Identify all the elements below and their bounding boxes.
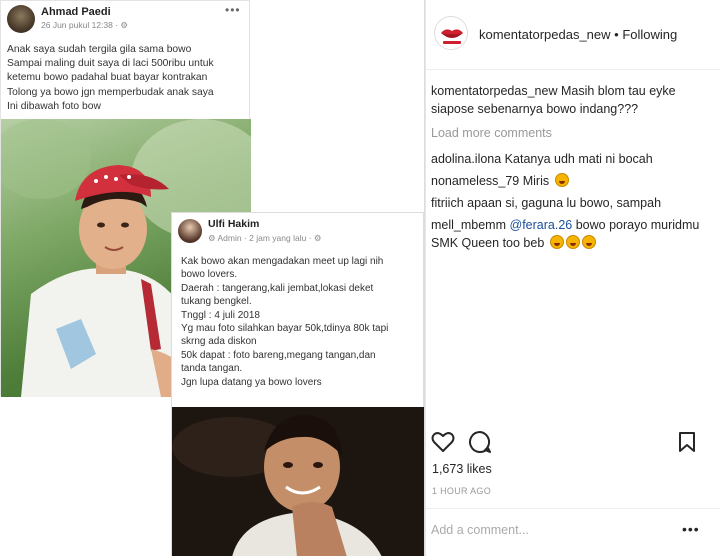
comment-item: nonameless_79 Miris bbox=[431, 172, 719, 190]
post-text-line: Anak saya sudah tergila gila sama bowo bbox=[7, 44, 192, 55]
comment-item: mell_mbemm @ferara.26 bowo porayo muridm… bbox=[431, 216, 719, 252]
comment-mention[interactable]: @ferara.26 bbox=[510, 218, 573, 232]
boy-selfie-illustration bbox=[172, 407, 424, 556]
facebook-post-ulfi: Ulfi Hakim ⚙ Admin · 2 jam yang lalu · ⚙… bbox=[171, 212, 424, 556]
boy-selfie-photo bbox=[172, 407, 424, 556]
post-text-line: Sampai maling duit saya di laci 500ribu … bbox=[7, 58, 214, 70]
comment-username[interactable]: nonameless_79 bbox=[431, 174, 519, 188]
post-text-line: bowo lovers. bbox=[181, 269, 238, 281]
post-text-line: Kak bowo akan mengadakan meet up lagi ni… bbox=[181, 256, 384, 267]
bookmark-icon[interactable] bbox=[678, 431, 696, 453]
comment-item: fitriich apaan si, gaguna lu bowo, sampa… bbox=[431, 194, 719, 212]
caption-username[interactable]: komentatorpedas_new bbox=[431, 84, 557, 98]
screenshot-collage: Ahmad Paedi 26 Jun pukul 12:38 · ⚙ ••• A… bbox=[0, 0, 425, 556]
post-timestamp: 1 HOUR AGO bbox=[432, 486, 492, 496]
caption: komentatorpedas_new Masih blom tau eyke … bbox=[431, 82, 719, 118]
comment-username[interactable]: mell_mbemm bbox=[431, 218, 506, 232]
post-text-line: 50k dapat : foto bareng,megang tangan,da… bbox=[181, 349, 376, 361]
avatar bbox=[7, 5, 35, 33]
post-text-line: skrng ada diskon bbox=[181, 336, 257, 348]
comment-input[interactable] bbox=[431, 523, 671, 537]
ellipsis-icon[interactable]: ••• bbox=[682, 521, 700, 537]
post-text-line: ketemu bowo padahal buat bayar kontrakan bbox=[7, 72, 208, 84]
sad-face-emoji-icon bbox=[554, 173, 569, 187]
post-text-line: Jgn lupa datang ya bowo lovers bbox=[181, 376, 322, 388]
avatar bbox=[178, 219, 202, 243]
post-text: Anak saya sudah tergila gila sama bowo S… bbox=[7, 43, 251, 114]
comment-username[interactable]: fitriich bbox=[431, 196, 464, 210]
post-username: komentatorpedas_new • Following bbox=[479, 27, 677, 42]
tongue-face-emoji-icon bbox=[581, 235, 596, 249]
post-author: Ahmad Paedi bbox=[41, 6, 111, 18]
profile-avatar[interactable] bbox=[434, 16, 468, 50]
post-text-line: Tnggl : 4 juli 2018 bbox=[181, 309, 260, 321]
post-text-line: Yg mau foto silahkan bayar 50k,tdinya 80… bbox=[181, 323, 389, 335]
tongue-face-emoji-icon bbox=[549, 235, 564, 249]
comment-text: Katanya udh mati ni bocah bbox=[501, 152, 653, 166]
tongue-face-emoji-icon bbox=[565, 235, 580, 249]
heart-icon[interactable] bbox=[431, 431, 455, 453]
post-text-line: tukang bengkel. bbox=[181, 296, 252, 308]
comment-item: adolina.ilona Katanya udh mati ni bocah bbox=[431, 150, 719, 168]
comment-icon[interactable] bbox=[468, 430, 492, 454]
likes-count[interactable]: 1,673 likes bbox=[432, 462, 492, 476]
comment-text: apaan si, gaguna lu bowo, sampah bbox=[463, 196, 662, 210]
following-button[interactable]: Following bbox=[622, 27, 677, 42]
post-text-line: Daerah : tangerang,kali jembat,lokasi de… bbox=[181, 282, 374, 294]
more-options-icon: ••• bbox=[225, 3, 241, 17]
post-author: Ulfi Hakim bbox=[208, 218, 260, 230]
post-text: Kak bowo akan mengadakan meet up lagi ni… bbox=[181, 255, 421, 389]
add-comment-bar: ••• bbox=[426, 508, 720, 556]
post-meta: ⚙ Admin · 2 jam yang lalu · ⚙ bbox=[208, 233, 322, 243]
lips-logo-icon bbox=[436, 18, 467, 49]
post-actions bbox=[426, 425, 720, 459]
comment-text: Miris bbox=[519, 174, 550, 188]
comments-section: komentatorpedas_new Masih blom tau eyke … bbox=[431, 82, 719, 256]
comment-username[interactable]: adolina.ilona bbox=[431, 152, 501, 166]
post-text-line: tanda tangan. bbox=[181, 363, 243, 375]
post-time: 26 Jun pukul 12:38 · ⚙ bbox=[41, 20, 129, 30]
load-more-comments-button[interactable]: Load more comments bbox=[431, 124, 719, 142]
post-text-line: Tolong ya bowo jgn memperbudak anak saya bbox=[7, 86, 214, 98]
instagram-post-panel: komentatorpedas_new • Following komentat… bbox=[425, 0, 720, 556]
post-text-line: Ini dibawah foto bow bbox=[7, 100, 101, 112]
username-link[interactable]: komentatorpedas_new bbox=[479, 27, 611, 42]
separator-dot: • bbox=[610, 27, 623, 42]
post-header: komentatorpedas_new • Following bbox=[426, 0, 720, 70]
